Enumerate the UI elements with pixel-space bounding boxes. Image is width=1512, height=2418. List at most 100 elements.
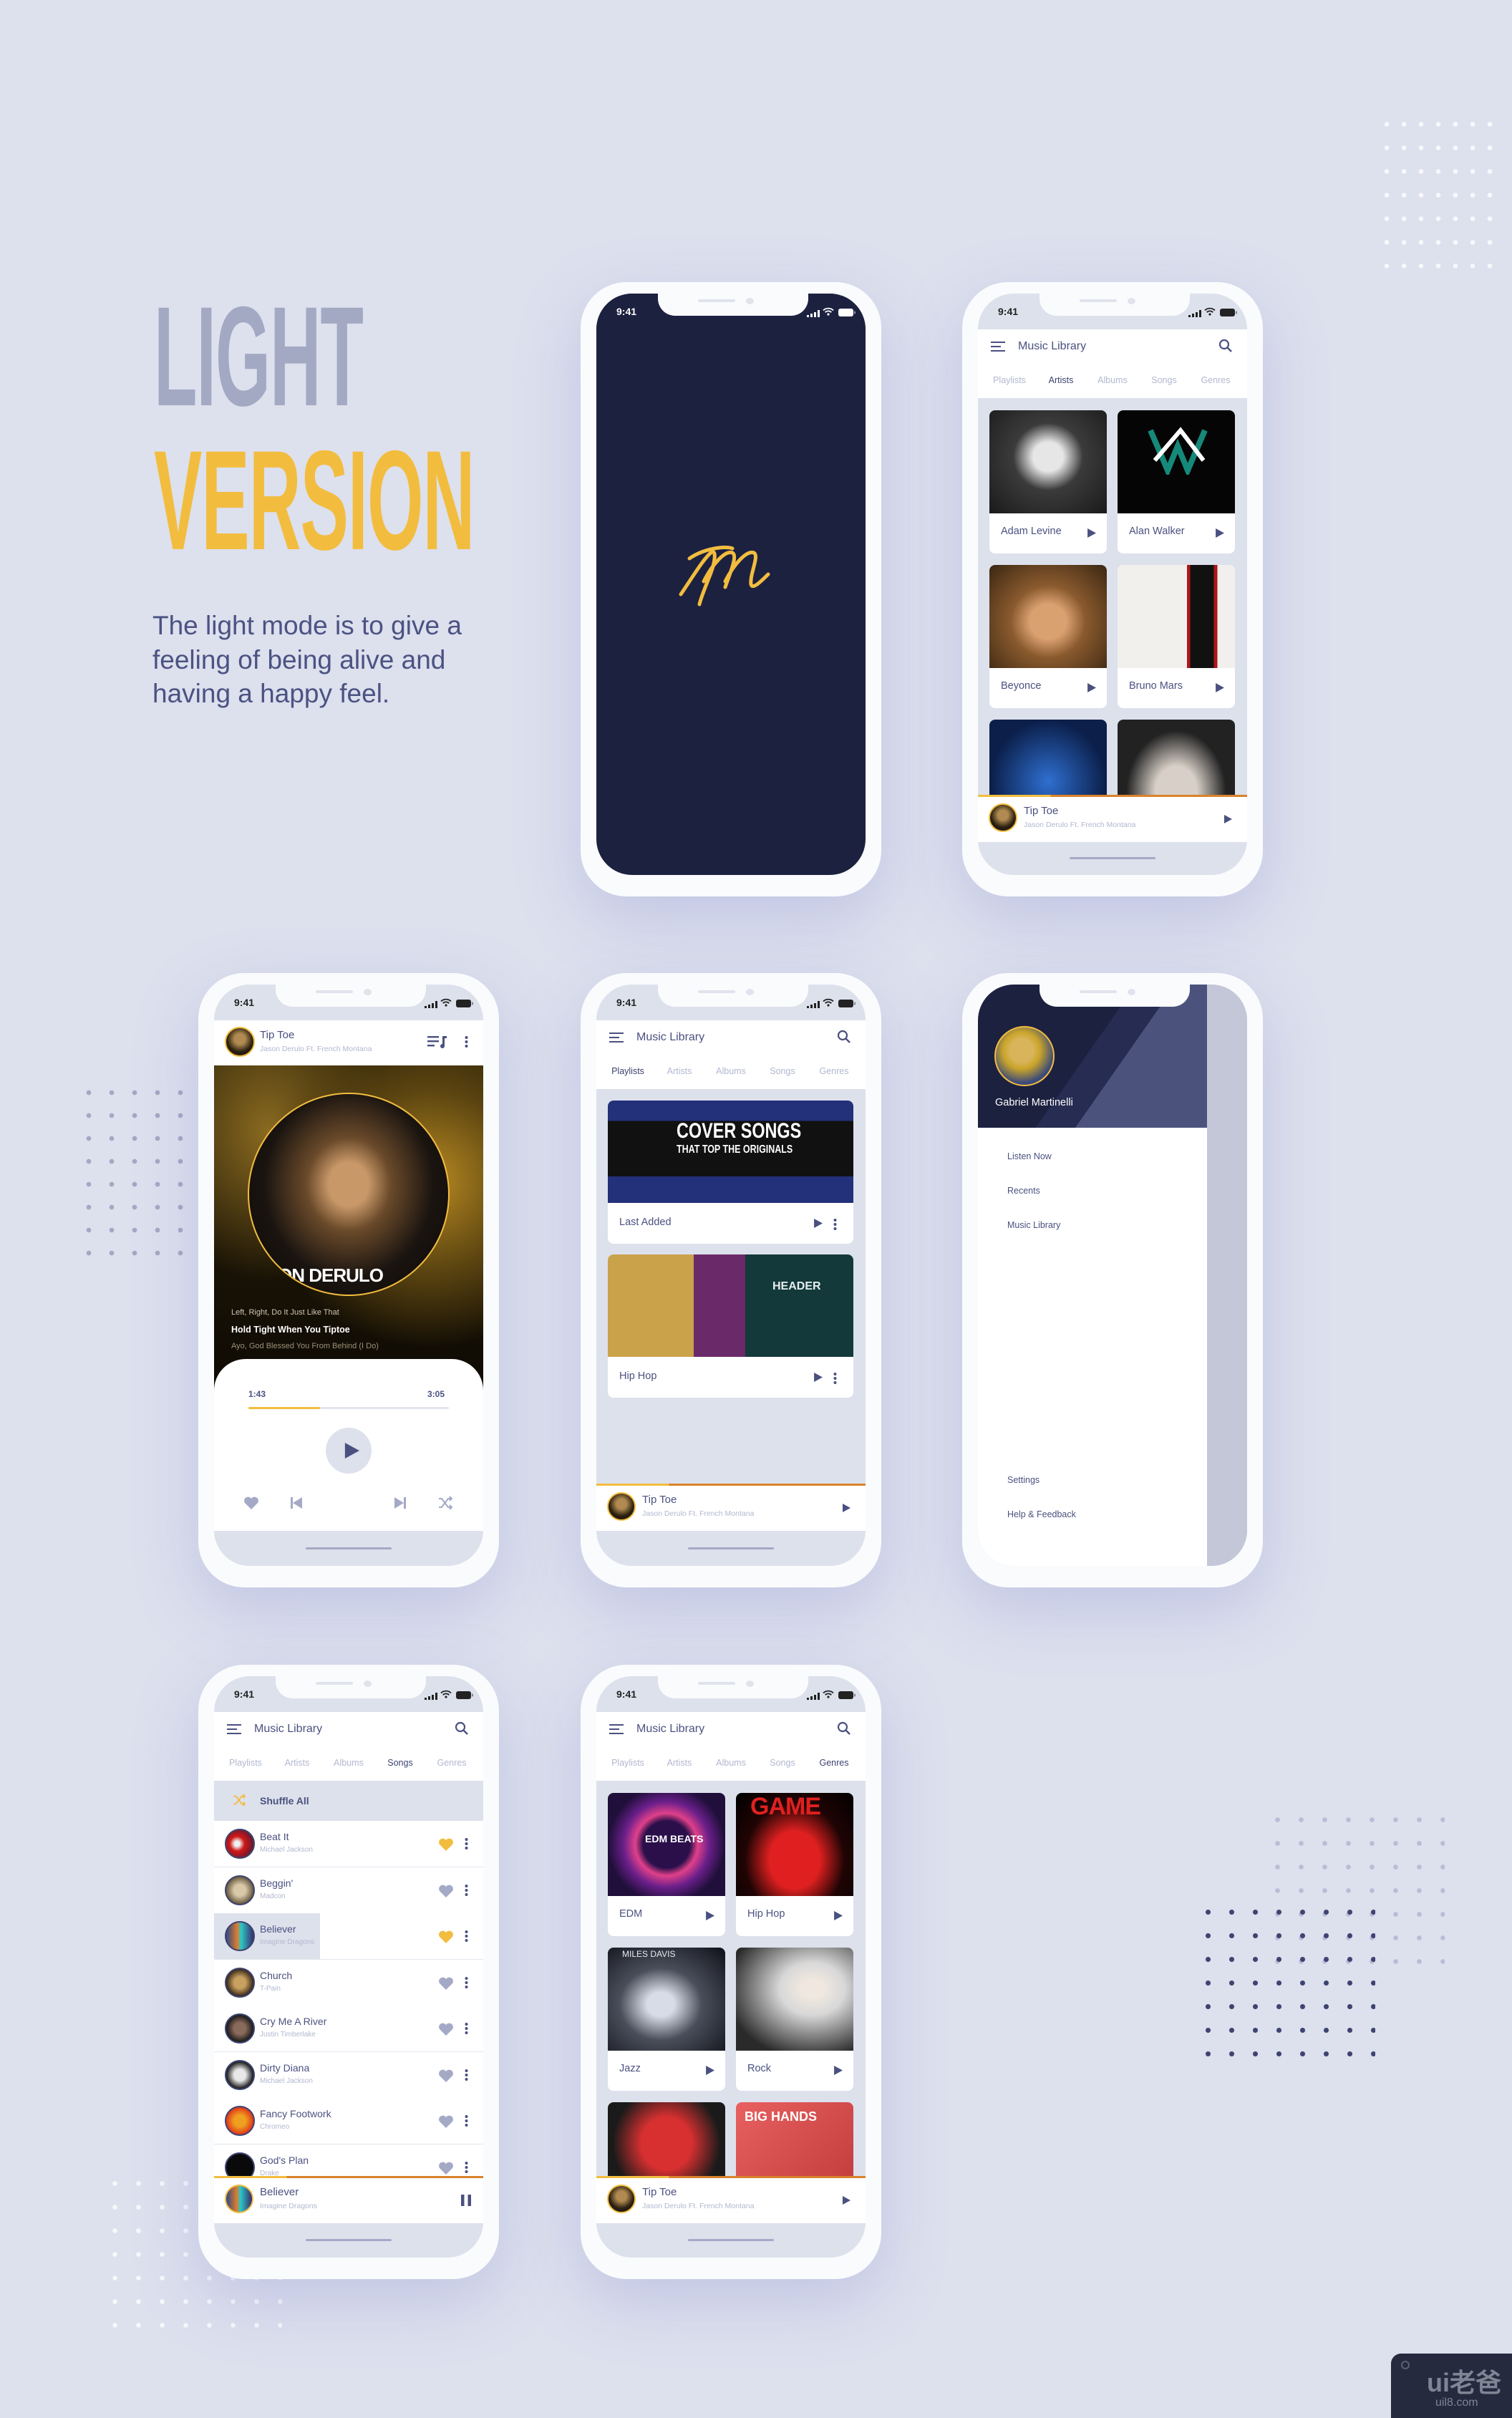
more-options-icon[interactable] <box>465 1884 468 1900</box>
grid-card[interactable]: MILES DAVIS Jazz <box>608 1948 725 2091</box>
playlist-card[interactable]: HEADER Hip Hop <box>608 1254 853 1398</box>
more-options-icon[interactable] <box>465 1837 468 1854</box>
grid-card[interactable]: Bruno Mars <box>1118 565 1235 708</box>
heart-icon[interactable] <box>438 2023 454 2039</box>
heart-icon[interactable] <box>438 1977 454 1993</box>
song-row[interactable]: Beggin' Madcon <box>214 1867 483 1914</box>
shuffle-all-button[interactable]: Shuffle All <box>214 1781 483 1821</box>
menu-item-help-feedback[interactable]: Help & Feedback <box>1007 1509 1076 1519</box>
play-icon[interactable] <box>1215 528 1224 541</box>
play-icon[interactable] <box>1087 683 1096 696</box>
more-options-icon[interactable] <box>833 1218 837 1234</box>
menu-item-listen-now[interactable]: Listen Now <box>1007 1151 1052 1161</box>
play-icon[interactable] <box>842 2195 850 2208</box>
home-indicator[interactable] <box>688 1547 774 1549</box>
user-avatar[interactable] <box>994 1026 1055 1086</box>
tab-playlists[interactable]: Playlists <box>599 1758 656 1768</box>
pause-icon[interactable] <box>461 2195 471 2210</box>
more-options-icon[interactable] <box>465 2069 468 2085</box>
tab-genres[interactable]: Genres <box>423 1758 480 1768</box>
tab-songs[interactable]: Songs <box>1135 375 1193 385</box>
song-row[interactable]: Church T-Pain <box>214 1959 483 2006</box>
more-options-icon[interactable] <box>465 2114 468 2131</box>
more-options-icon[interactable] <box>465 2022 468 2039</box>
menu-icon[interactable] <box>991 342 1005 355</box>
mini-player[interactable]: Tip Toe Jason Derulo Ft. French Montana <box>596 1484 866 1531</box>
heart-icon[interactable] <box>438 2069 454 2086</box>
menu-item-settings[interactable]: Settings <box>1007 1475 1040 1485</box>
drawer-scrim[interactable] <box>1207 985 1247 1566</box>
home-indicator[interactable] <box>1070 857 1155 859</box>
tab-songs[interactable]: Songs <box>754 1758 811 1768</box>
queue-icon[interactable] <box>427 1035 447 1053</box>
playlist-card[interactable]: COVER SONGS THAT TOP THE ORIGINALS Last Ad… <box>608 1101 853 1244</box>
home-indicator[interactable] <box>306 2239 392 2241</box>
menu-icon[interactable] <box>227 1724 241 1738</box>
menu-item-music-library[interactable]: Music Library <box>1007 1220 1060 1230</box>
play-icon[interactable] <box>1215 683 1224 696</box>
play-icon[interactable] <box>1223 814 1232 827</box>
play-icon[interactable] <box>813 1373 823 1385</box>
grid-card[interactable]: Rock <box>736 1948 853 2091</box>
tab-artists[interactable]: Artists <box>651 1066 708 1076</box>
song-row[interactable]: Fancy Footwork Chromeo <box>214 2098 483 2144</box>
grid-card[interactable]: Adam Levine <box>989 410 1107 553</box>
grid-card[interactable]: GAME Hip Hop <box>736 1793 853 1936</box>
tab-genres[interactable]: Genres <box>805 1066 863 1076</box>
tab-artists[interactable]: Artists <box>268 1758 326 1768</box>
play-icon[interactable] <box>813 1219 823 1232</box>
search-icon[interactable] <box>837 1030 851 1048</box>
tab-albums[interactable]: Albums <box>320 1758 377 1768</box>
tab-playlists[interactable]: Playlists <box>217 1758 274 1768</box>
tab-albums[interactable]: Albums <box>702 1066 760 1076</box>
menu-icon[interactable] <box>609 1033 624 1046</box>
tab-albums[interactable]: Albums <box>702 1758 760 1768</box>
mini-player[interactable]: Believer Imagine Dragons <box>214 2176 483 2223</box>
song-row[interactable]: Cry Me A River Justin Timberlake <box>214 2006 483 2052</box>
heart-icon[interactable] <box>438 1930 454 1947</box>
heart-icon[interactable] <box>243 1496 259 1513</box>
play-icon[interactable] <box>833 1911 843 1924</box>
more-options-icon[interactable] <box>833 1372 837 1388</box>
song-row[interactable]: Believer Imagine Dragons <box>214 1913 483 1960</box>
menu-item-recents[interactable]: Recents <box>1007 1186 1040 1196</box>
heart-icon[interactable] <box>438 2115 454 2132</box>
next-icon[interactable] <box>394 1497 406 1512</box>
more-options-icon[interactable] <box>465 1976 468 1993</box>
tab-songs[interactable]: Songs <box>754 1066 811 1076</box>
tab-playlists[interactable]: Playlists <box>599 1066 656 1076</box>
home-indicator[interactable] <box>688 2239 774 2241</box>
play-icon[interactable] <box>705 1911 714 1924</box>
play-button[interactable] <box>326 1428 372 1474</box>
tab-playlists[interactable]: Playlists <box>981 375 1038 385</box>
menu-icon[interactable] <box>609 1724 624 1738</box>
search-icon[interactable] <box>837 1721 851 1739</box>
tab-genres[interactable]: Genres <box>1187 375 1244 385</box>
song-row[interactable]: Dirty Diana Michael Jackson <box>214 2051 483 2099</box>
more-options-icon[interactable] <box>465 1035 468 1052</box>
search-icon[interactable] <box>1218 339 1233 357</box>
play-icon[interactable] <box>842 1503 850 1516</box>
mini-player[interactable]: Tip Toe Jason Derulo Ft. French Montana <box>978 795 1247 842</box>
heart-icon[interactable] <box>438 1885 454 1901</box>
progress-slider[interactable] <box>248 1407 449 1409</box>
play-icon[interactable] <box>1087 528 1096 541</box>
tab-songs[interactable]: Songs <box>372 1758 429 1768</box>
tab-genres[interactable]: Genres <box>805 1758 863 1768</box>
mini-player[interactable]: Tip Toe Jason Derulo Ft. French Montana <box>596 2176 866 2223</box>
more-options-icon[interactable] <box>465 1930 468 1946</box>
tab-artists[interactable]: Artists <box>651 1758 708 1768</box>
play-icon[interactable] <box>705 2066 714 2079</box>
grid-card[interactable]: EDM BEATS EDM <box>608 1793 725 1936</box>
tab-artists[interactable]: Artists <box>1032 375 1090 385</box>
search-icon[interactable] <box>455 1721 469 1739</box>
grid-card[interactable]: Beyonce <box>989 565 1107 708</box>
heart-icon[interactable] <box>438 1838 454 1854</box>
more-options-icon[interactable] <box>465 2161 468 2177</box>
grid-card[interactable]: Alan Walker <box>1118 410 1235 553</box>
previous-icon[interactable] <box>291 1497 302 1512</box>
shuffle-icon[interactable] <box>438 1496 453 1514</box>
tab-albums[interactable]: Albums <box>1084 375 1141 385</box>
song-row[interactable]: Beat It Michael Jackson <box>214 1821 483 1867</box>
play-icon[interactable] <box>833 2066 843 2079</box>
